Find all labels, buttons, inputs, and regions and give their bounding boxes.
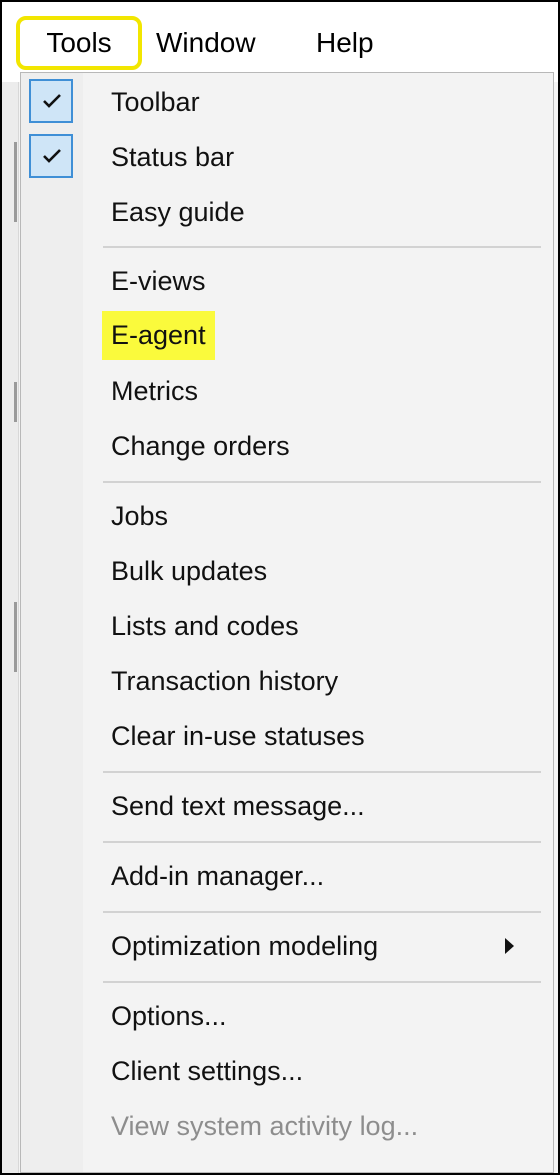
menu-bar: Tools Window Help	[2, 2, 558, 82]
checkmark-icon	[29, 79, 73, 123]
menu-item-options[interactable]: Options...	[21, 989, 553, 1044]
menu-item-label: E-agent	[102, 311, 215, 360]
menu-item-label: Clear in-use statuses	[111, 721, 365, 751]
menu-item-label: Metrics	[111, 376, 198, 406]
menu-separator	[103, 911, 541, 913]
menu-separator	[103, 246, 541, 248]
menu-item-status-bar[interactable]: Status bar	[21, 130, 553, 185]
menu-item-lists-and-codes[interactable]: Lists and codes	[21, 599, 553, 654]
background-edge-mark	[14, 382, 17, 422]
menu-separator	[103, 771, 541, 773]
menu-item-jobs[interactable]: Jobs	[21, 489, 553, 544]
background-edge-mark	[14, 602, 17, 672]
menu-item-label: Add-in manager...	[111, 861, 325, 891]
menu-item-toolbar[interactable]: Toolbar	[21, 75, 553, 130]
checkmark-icon	[29, 134, 73, 178]
menu-item-clear-in-use-statuses[interactable]: Clear in-use statuses	[21, 709, 553, 764]
menu-item-view-system-activity-log: View system activity log...	[21, 1099, 553, 1154]
tools-dropdown-menu: Toolbar Status bar Easy guide E-views E-…	[20, 72, 554, 1173]
menu-item-easy-guide[interactable]: Easy guide	[21, 185, 553, 240]
menu-item-metrics[interactable]: Metrics	[21, 364, 553, 419]
menu-item-send-text-message[interactable]: Send text message...	[21, 779, 553, 834]
menu-item-label: Change orders	[111, 431, 290, 461]
menu-help[interactable]: Help	[302, 16, 388, 70]
menu-item-label: Client settings...	[111, 1056, 304, 1086]
menu-item-label: Lists and codes	[111, 611, 299, 641]
menu-item-bulk-updates[interactable]: Bulk updates	[21, 544, 553, 599]
menu-separator	[103, 981, 541, 983]
menu-item-client-settings[interactable]: Client settings...	[21, 1044, 553, 1099]
menu-item-label: Bulk updates	[111, 556, 268, 586]
background-edge-mark	[14, 142, 17, 222]
menu-item-e-agent[interactable]: E-agent	[21, 307, 553, 362]
menu-separator	[103, 841, 541, 843]
menu-item-label: Send text message...	[111, 791, 365, 821]
menu-item-label: Optimization modeling	[111, 931, 379, 961]
menu-item-label: Status bar	[111, 142, 235, 172]
menu-item-optimization-modeling[interactable]: Optimization modeling	[21, 919, 553, 974]
menu-tools[interactable]: Tools	[16, 16, 142, 70]
menu-separator	[103, 481, 541, 483]
submenu-arrow-icon	[505, 938, 514, 954]
menu-item-label: Easy guide	[111, 197, 245, 227]
menu-item-change-orders[interactable]: Change orders	[21, 419, 553, 474]
menu-item-transaction-history[interactable]: Transaction history	[21, 654, 553, 709]
background-window-edge	[2, 82, 19, 1173]
menu-item-label: Options...	[111, 1001, 227, 1031]
screenshot-frame: Tools Window Help Toolbar Status bar Eas…	[0, 0, 560, 1175]
menu-item-label: E-views	[111, 266, 206, 296]
menu-item-label: Jobs	[111, 501, 169, 531]
menu-item-e-views[interactable]: E-views	[21, 254, 553, 309]
menu-item-label: Toolbar	[111, 87, 200, 117]
menu-item-label: View system activity log...	[111, 1111, 419, 1141]
menu-item-add-in-manager[interactable]: Add-in manager...	[21, 849, 553, 904]
menu-window[interactable]: Window	[142, 16, 270, 70]
menu-item-label: Transaction history	[111, 666, 339, 696]
